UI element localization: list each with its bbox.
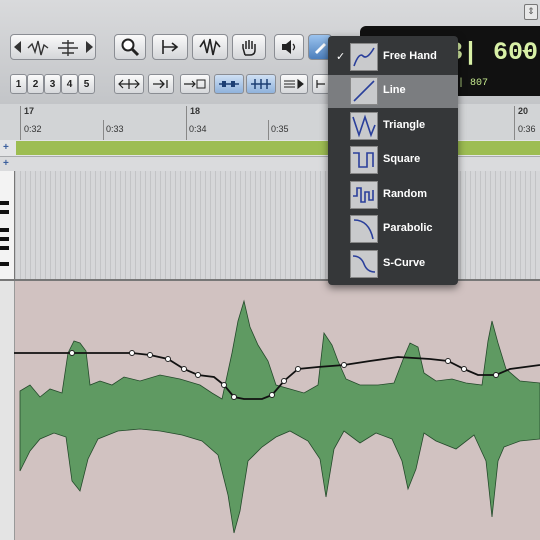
bar-number: 17: [24, 106, 35, 116]
menu-item-free-hand[interactable]: ✓ Free Hand: [328, 41, 458, 74]
ruler-tick: [514, 106, 515, 140]
menu-item-label: Line: [383, 84, 406, 96]
magnifier-icon: [121, 38, 140, 57]
add-marker-icon[interactable]: +: [3, 158, 9, 169]
s-curve-icon: [350, 250, 378, 278]
zoom-tool-button[interactable]: [114, 34, 146, 60]
trim-tool-button[interactable]: [152, 34, 188, 60]
piano-black-key: [0, 262, 9, 266]
time-label: 0:36: [518, 124, 536, 134]
time-label: 0:33: [106, 124, 124, 134]
zoom-preset-1[interactable]: 1: [10, 74, 27, 94]
piano-black-key: [0, 237, 9, 241]
scrubber-tool-button[interactable]: [274, 34, 304, 60]
zoom-preset-3[interactable]: 3: [44, 74, 61, 94]
ruler-tick: [103, 120, 104, 140]
piano-black-key: [0, 201, 9, 205]
menu-item-label: Square: [383, 153, 421, 165]
arrow-right-icon: [153, 79, 168, 89]
menu-item-line[interactable]: Line: [328, 75, 458, 108]
pencil-shape-menu: ✓ Free Hand Line Triangle Square Random …: [328, 36, 458, 285]
square-icon: [350, 146, 378, 174]
menu-item-label: Parabolic: [383, 222, 433, 234]
hand-icon: [242, 40, 256, 56]
selector-tool-button[interactable]: [192, 34, 228, 60]
selector-icon: [199, 38, 221, 56]
menu-item-parabolic[interactable]: Parabolic: [328, 213, 458, 246]
automation-follows-button[interactable]: [280, 74, 308, 94]
mirror-midi-button[interactable]: [246, 74, 276, 94]
window-resize-button[interactable]: ⇕: [524, 4, 538, 20]
mirror-icon: [251, 79, 271, 89]
cursor-icon: [316, 80, 325, 88]
menu-item-label: S-Curve: [383, 257, 426, 269]
insertion-follows-button[interactable]: [180, 74, 210, 94]
time-label: 0:35: [271, 124, 289, 134]
trim-icon: [162, 40, 179, 54]
menu-item-triangle[interactable]: Triangle: [328, 110, 458, 143]
parabolic-icon: [350, 215, 378, 243]
ruler-tick: [186, 106, 187, 140]
midi-lane[interactable]: [0, 171, 540, 281]
zoom-preset-4[interactable]: 4: [61, 74, 78, 94]
random-icon: [350, 181, 378, 209]
link-track-icon: [219, 81, 239, 87]
region-bar[interactable]: [16, 141, 540, 155]
piano-black-key: [0, 228, 9, 232]
time-label: 0:34: [189, 124, 207, 134]
piano-black-key: [0, 246, 9, 250]
timeline-ruler[interactable]: [0, 104, 540, 141]
bar-number: 20: [518, 106, 529, 116]
menu-item-label: Triangle: [383, 119, 426, 131]
piano-black-key: [0, 210, 9, 214]
shuffle-mode-icon[interactable]: [26, 38, 50, 63]
nudge-right-icon[interactable]: [86, 41, 93, 53]
link-timeline-button[interactable]: [148, 74, 174, 94]
speaker-icon: [282, 40, 296, 54]
link-track-button[interactable]: [214, 74, 244, 94]
line-icon: [350, 77, 378, 105]
add-marker-icon[interactable]: +: [3, 142, 9, 153]
counter-dropdown-icon[interactable]: [522, 50, 530, 55]
menu-item-square[interactable]: Square: [328, 144, 458, 177]
bar-number: 18: [190, 106, 201, 116]
ruler-tick: [268, 120, 269, 140]
check-icon: ✓: [336, 51, 346, 63]
audio-waveform[interactable]: [0, 281, 540, 540]
grabber-tool-button[interactable]: [232, 34, 266, 60]
automation-icon: [284, 78, 304, 90]
sub-counter-value: | 807: [458, 78, 489, 89]
menu-item-label: Free Hand: [383, 50, 437, 62]
menu-item-s-curve[interactable]: S-Curve: [328, 248, 458, 281]
free-hand-icon: [350, 43, 378, 71]
triangle-icon: [350, 112, 378, 140]
tab-transient-icon: [118, 79, 140, 89]
ruler-tick: [20, 106, 21, 140]
menu-item-label: Random: [383, 188, 427, 200]
zoom-preset-2[interactable]: 2: [27, 74, 44, 94]
pencil-icon: [315, 43, 326, 54]
nudge-left-icon[interactable]: [14, 41, 21, 53]
zoom-preset-5[interactable]: 5: [78, 74, 95, 94]
insertion-icon: [184, 79, 206, 89]
tab-to-transient-button[interactable]: [114, 74, 144, 94]
marker-lane: [0, 157, 540, 172]
menu-item-random[interactable]: Random: [328, 179, 458, 212]
edit-mode-cluster: [10, 34, 96, 60]
grid-mode-icon[interactable]: [56, 38, 80, 63]
time-label: 0:32: [24, 124, 42, 134]
